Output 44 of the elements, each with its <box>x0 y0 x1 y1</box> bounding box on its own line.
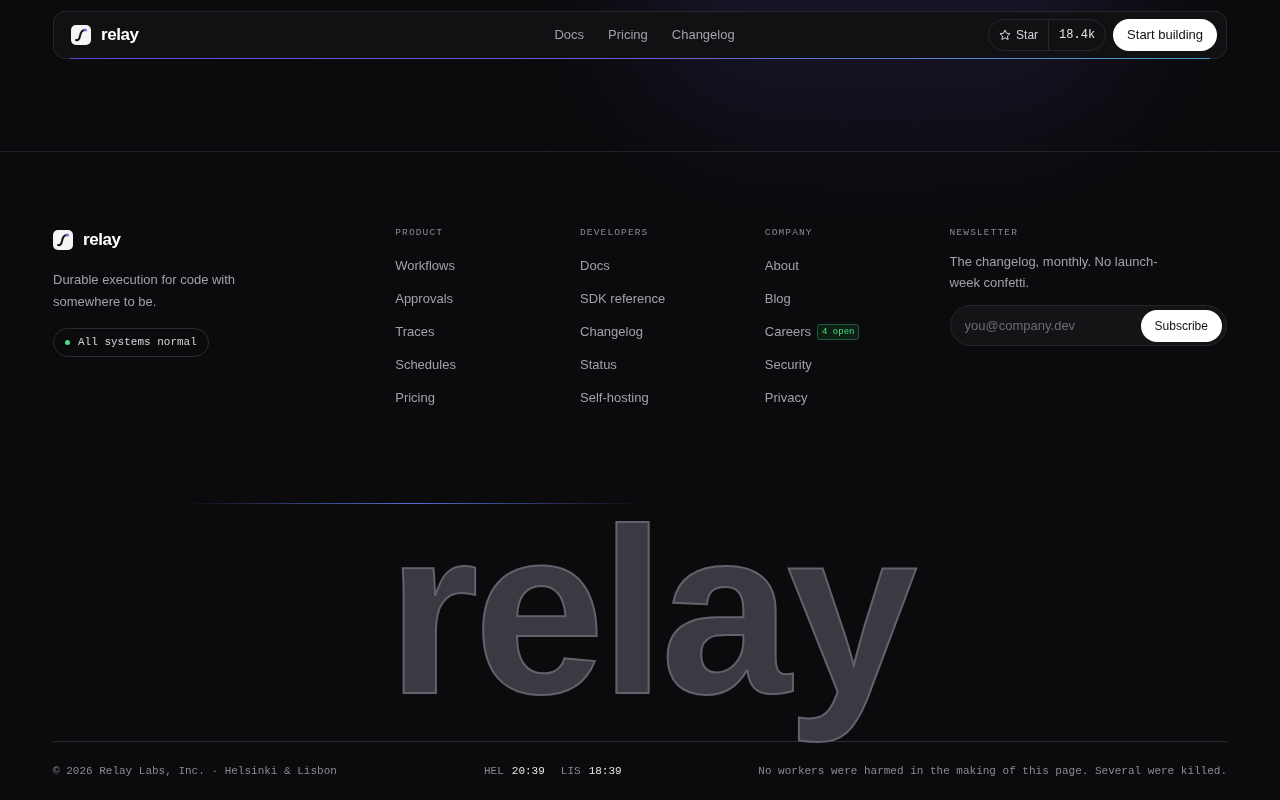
start-building-button[interactable]: Start building <box>1113 19 1217 51</box>
status-text: All systems normal <box>78 334 197 350</box>
tagline: Durable execution for code with somewhere to be. <box>53 270 237 311</box>
footer-brand-name[interactable]: relay <box>83 227 121 253</box>
nav-link[interactable]: Docs <box>554 25 585 45</box>
footer-link[interactable]: Traces <box>395 322 435 342</box>
footer-link[interactable]: Status <box>580 355 617 375</box>
city-code: LIS <box>560 763 581 779</box>
star-label: Star <box>1016 27 1039 44</box>
subscribe-button[interactable]: Subscribe <box>1140 309 1222 342</box>
footer-link[interactable]: Docs <box>580 256 610 276</box>
column-heading: DEVELOPERS <box>580 227 650 239</box>
local-time: 20:39 <box>511 763 545 779</box>
copyright-text: © 2026 Relay Labs, Inc. · Helsinki & Lisbon <box>53 763 338 779</box>
footer-link[interactable]: Changelog <box>580 322 643 342</box>
nav-link[interactable]: Changelog <box>671 25 735 45</box>
wordmark-outline: relay <box>387 481 913 741</box>
footer-link[interactable]: Careers <box>764 322 812 342</box>
footer-link[interactable]: Approvals <box>395 289 454 309</box>
footer-link[interactable]: About <box>764 256 799 276</box>
footer-link[interactable]: Privacy <box>764 388 808 408</box>
brand-name[interactable]: relay <box>101 22 139 48</box>
footer-link[interactable]: Security <box>764 355 812 375</box>
star-count: 18.4k <box>1058 27 1097 44</box>
local-time: 18:39 <box>588 763 622 779</box>
column-heading: PRODUCT <box>395 227 445 239</box>
footer-link[interactable]: Schedules <box>395 355 456 375</box>
email-field[interactable]: you@company.dev Subscribe <box>949 305 1227 346</box>
footer-note: No workers were harmed in the making of this page. Several were killed. <box>758 763 1227 779</box>
footer-link[interactable]: Workflows <box>395 256 455 276</box>
city-code: HEL <box>484 763 504 779</box>
footer-link[interactable]: SDK reference <box>580 289 666 309</box>
nav-link[interactable]: Pricing <box>608 25 648 45</box>
logo-icon <box>53 229 73 250</box>
count-badge: 4 open <box>817 324 860 340</box>
footer-link[interactable]: Self-hosting <box>580 388 649 408</box>
newsletter-text: The changelog, monthly. No launch-week confetti. <box>949 253 1159 292</box>
footer-link[interactable]: Blog <box>764 289 791 309</box>
email-input[interactable]: you@company.dev <box>964 315 1141 336</box>
column-heading: COMPANY <box>764 227 814 239</box>
logo-icon <box>71 25 91 45</box>
column-heading: NEWSLETTER <box>949 227 1020 239</box>
star-icon <box>999 29 1012 41</box>
footer-link[interactable]: Pricing <box>395 388 435 408</box>
